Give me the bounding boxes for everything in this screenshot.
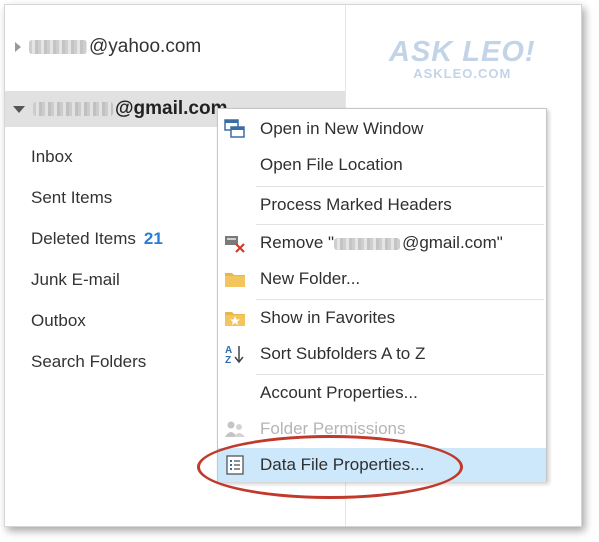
svg-text:Z: Z xyxy=(225,355,231,364)
menu-open-file-location[interactable]: Open File Location xyxy=(218,148,546,182)
menu-process-marked-headers[interactable]: Process Marked Headers xyxy=(218,188,546,222)
screenshot-frame: @yahoo.com @gmail.com Inbox Sent Items D… xyxy=(4,4,582,527)
menu-account-properties[interactable]: Account Properties... xyxy=(218,376,546,410)
remove-account-icon xyxy=(225,236,245,253)
collapse-arrow-icon[interactable] xyxy=(13,105,25,113)
menu-folder-permissions: Folder Permissions xyxy=(218,412,546,446)
menu-sort-subfolders[interactable]: A Z Sort Subfolders A to Z xyxy=(218,337,546,371)
folder-outbox[interactable]: Outbox xyxy=(31,300,163,341)
account-yahoo[interactable]: @yahoo.com xyxy=(15,29,201,65)
menu-separator xyxy=(256,299,544,300)
redacted-username xyxy=(334,237,401,250)
account-yahoo-label: @yahoo.com xyxy=(89,36,202,57)
expand-arrow-icon[interactable] xyxy=(15,42,21,52)
folder-inbox[interactable]: Inbox xyxy=(31,136,163,177)
menu-show-in-favorites[interactable]: Show in Favorites xyxy=(218,301,546,335)
menu-separator xyxy=(256,374,544,375)
redacted-username xyxy=(33,102,113,116)
folder-sent-items[interactable]: Sent Items xyxy=(31,177,163,218)
menu-remove-account[interactable]: Remove " @gmail.com" xyxy=(218,226,546,260)
ask-leo-logo: ASK LEO! ASKLEO.COM xyxy=(389,36,536,81)
menu-new-folder[interactable]: New Folder... xyxy=(218,262,546,296)
menu-separator xyxy=(256,224,544,225)
context-menu: Open in New Window Open File Location Pr… xyxy=(217,108,547,482)
folder-icon xyxy=(225,273,245,287)
account-gmail-label: @gmail.com xyxy=(115,98,228,119)
data-file-icon xyxy=(226,455,244,475)
redacted-username xyxy=(29,40,87,54)
folder-search-folders[interactable]: Search Folders xyxy=(31,341,163,382)
new-window-icon xyxy=(224,119,245,138)
folder-deleted-items[interactable]: Deleted Items 21 xyxy=(31,218,163,259)
sort-az-icon: A Z xyxy=(225,345,244,364)
permissions-icon xyxy=(225,421,245,437)
favorite-folder-icon xyxy=(225,312,245,326)
folder-list: Inbox Sent Items Deleted Items 21 Junk E-… xyxy=(31,136,163,382)
unread-count-badge: 21 xyxy=(143,229,163,248)
menu-open-new-window[interactable]: Open in New Window xyxy=(218,112,546,146)
folder-junk-email[interactable]: Junk E-mail xyxy=(31,259,163,300)
menu-separator xyxy=(256,186,544,187)
menu-data-file-properties[interactable]: Data File Properties... xyxy=(218,448,546,482)
